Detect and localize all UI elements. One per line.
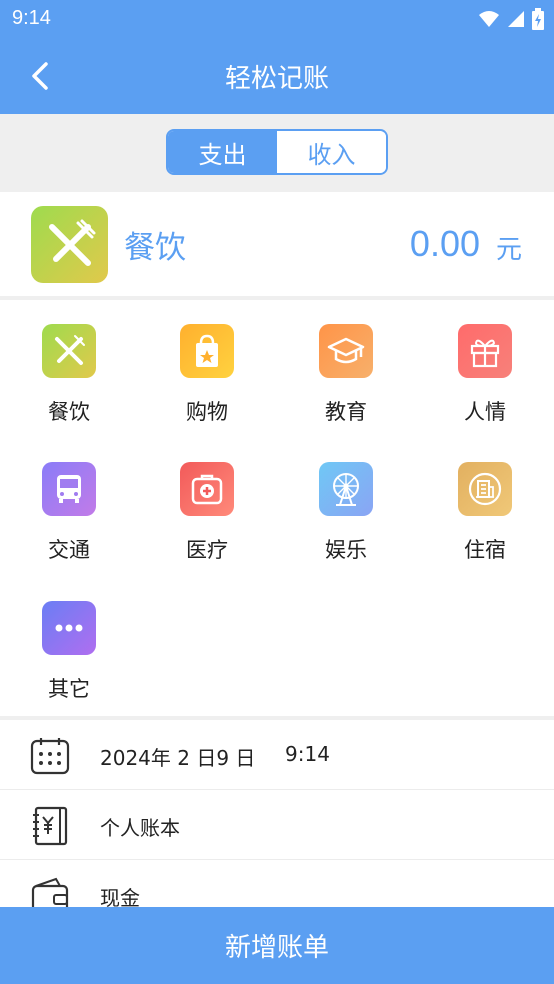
category-icon-bg [42,324,96,378]
category-label: 购物 [186,400,228,424]
status-time: 9:14 [12,7,51,29]
category-grid: 餐饮 购物 教育 人情 交通 医疗 娱乐 住宿 其它 [0,302,554,718]
category-icon-bg [42,601,96,655]
date-time-row[interactable]: 2024年 2 日9 日 9:14 [0,720,554,790]
category-icon-bg [180,324,234,378]
battery-icon [532,8,544,30]
date-value: 2024年 2 日9 日 [100,746,256,770]
account-book-row[interactable]: 个人账本 [0,790,554,860]
status-bar: 9:14 [0,0,554,38]
category-entertainment[interactable]: 娱乐 [277,440,415,570]
fork-knife-icon [48,219,95,266]
page-title: 轻松记账 [224,64,329,94]
shopping-bag-icon [196,334,218,367]
category-label: 交通 [48,538,90,562]
selected-category-name: 餐饮 [124,230,186,266]
tab-switch: 支出 收入 [166,129,388,175]
category-other[interactable]: 其它 [0,579,138,709]
category-icon-bg [319,462,373,516]
selected-category-row: 餐饮 0.00 元 [0,192,554,300]
selected-category-icon [31,206,108,283]
medical-kit-icon [191,474,223,505]
category-gifts[interactable]: 人情 [416,302,554,432]
category-label: 人情 [464,400,506,424]
category-icon-bg [458,462,512,516]
category-label: 娱乐 [325,538,367,562]
ledger-book-icon [33,806,68,846]
account-book-value: 个人账本 [100,816,180,840]
fork-knife-icon [55,335,85,365]
category-icon-bg [42,462,96,516]
hotel-icon [468,472,502,506]
status-icons [478,8,544,30]
category-label: 其它 [48,677,90,701]
bus-icon [57,475,81,503]
nav-bar: 轻松记账 [0,38,554,114]
category-icon-bg [319,324,373,378]
amount-input[interactable]: 0.00 [410,223,480,265]
category-education[interactable]: 教育 [277,302,415,432]
gift-icon [470,339,500,368]
category-lodging[interactable]: 住宿 [416,440,554,570]
category-label: 住宿 [464,538,506,562]
category-medical[interactable]: 医疗 [138,440,276,570]
category-label: 医疗 [186,538,228,562]
category-label: 教育 [325,400,367,424]
category-dining[interactable]: 餐饮 [0,302,138,432]
graduation-cap-icon [327,337,365,364]
more-dots-icon [55,624,83,632]
category-icon-bg [458,324,512,378]
category-transport[interactable]: 交通 [0,440,138,570]
currency-unit: 元 [495,235,522,265]
tab-income[interactable]: 收入 [277,131,386,173]
calendar-icon [30,738,70,775]
time-value: 9:14 [285,742,330,766]
category-label: 餐饮 [48,400,90,424]
add-bill-button[interactable]: 新增账单 [0,907,554,984]
wifi-icon [479,11,499,27]
tab-expense[interactable]: 支出 [168,131,277,173]
category-icon-bg [180,462,234,516]
signal-icon [508,11,524,27]
ferris-wheel-icon [333,473,359,506]
tab-area: 支出 收入 [0,114,554,192]
category-shopping[interactable]: 购物 [138,302,276,432]
